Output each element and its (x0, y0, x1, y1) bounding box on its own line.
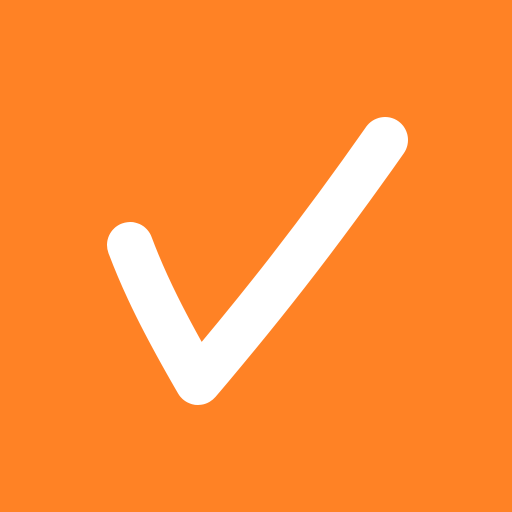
checkmark-icon-graphic (0, 0, 512, 512)
icon-background (0, 0, 512, 512)
app-icon (0, 0, 512, 512)
